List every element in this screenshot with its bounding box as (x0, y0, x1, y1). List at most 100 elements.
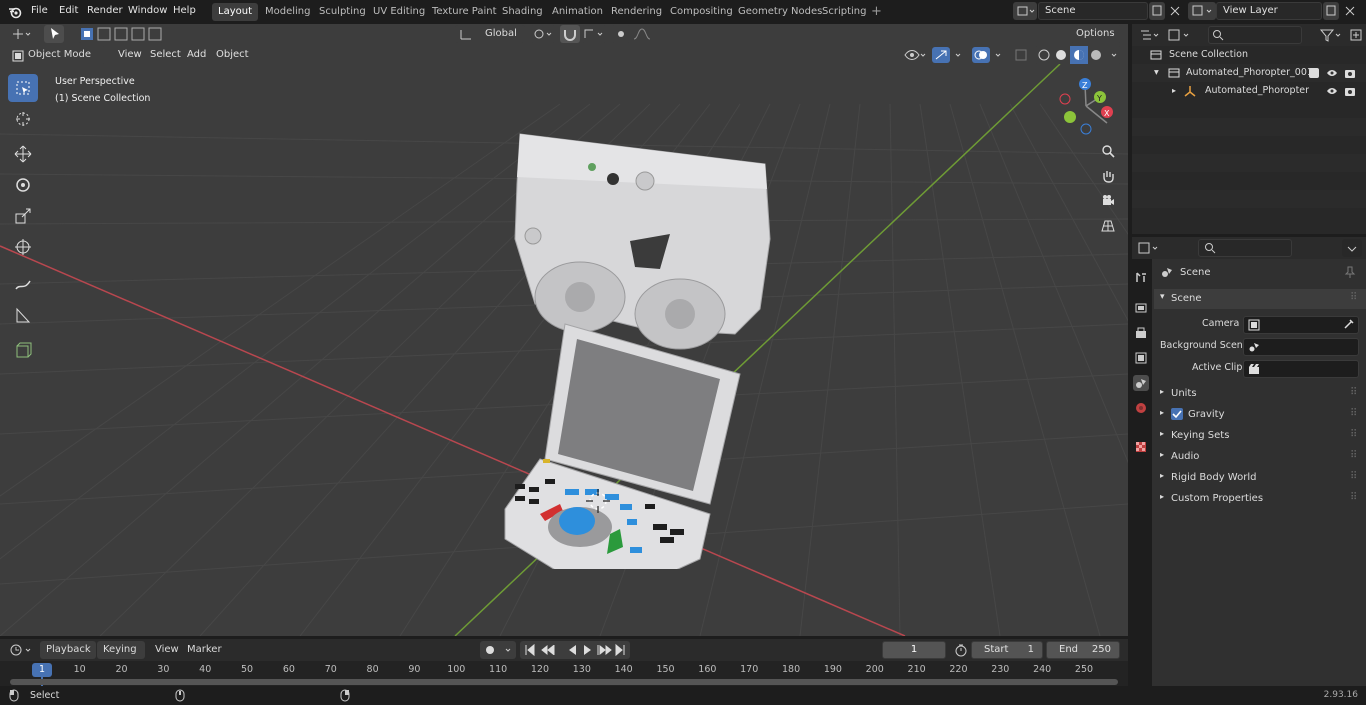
menu-help[interactable]: Help (173, 5, 196, 16)
keying-sets-panel[interactable]: ▸ Keying Sets ⠿ (1154, 426, 1366, 446)
add-menu[interactable]: Add (187, 49, 206, 60)
tab-uv-editing[interactable]: UV Editing (367, 3, 431, 21)
blender-logo-icon[interactable] (8, 5, 22, 19)
eye-icon[interactable] (1326, 85, 1338, 104)
filter-icon[interactable] (1318, 26, 1344, 44)
transform-tool-icon[interactable] (8, 233, 38, 261)
tab-geometry-nodes[interactable]: Geometry Nodes (732, 3, 828, 21)
options-dropdown[interactable]: Options (1070, 25, 1122, 43)
navigation-gizmo[interactable]: X Y Z (1056, 76, 1126, 146)
camera-view-icon[interactable] (1097, 190, 1119, 212)
tab-texture-paint[interactable]: Texture Paint (426, 3, 503, 21)
measure-tool-icon[interactable] (8, 301, 38, 329)
new-collection-icon[interactable] (1348, 26, 1364, 44)
outliner-row-object[interactable]: ▸ Automated_Phoropter (1132, 82, 1366, 100)
tab-layout[interactable]: Layout (212, 3, 258, 21)
snap-target-icon[interactable] (581, 25, 607, 43)
tab-rendering[interactable]: Rendering (605, 3, 668, 21)
add-cube-tool-icon[interactable] (8, 336, 38, 364)
phoropter-model[interactable] (495, 129, 795, 569)
select-menu[interactable]: Select (150, 49, 181, 60)
world-tab-icon[interactable] (1133, 400, 1149, 416)
visibility-selectability-icon[interactable] (903, 47, 927, 63)
new-view-layer-icon[interactable] (1323, 2, 1339, 20)
scale-tool-icon[interactable] (8, 202, 38, 230)
display-mode-icon[interactable] (1166, 26, 1194, 44)
background-scene-field[interactable] (1243, 338, 1359, 356)
outliner-row-scene-collection[interactable]: Scene Collection (1132, 46, 1366, 64)
custom-properties-panel[interactable]: ▸ Custom Properties ⠿ (1154, 489, 1366, 509)
rotate-tool-icon[interactable] (8, 171, 38, 199)
annotate-tool-icon[interactable] (8, 270, 38, 298)
xray-toggle-icon[interactable] (1013, 47, 1031, 63)
scene-browse-icon[interactable] (1013, 2, 1037, 20)
end-frame-field[interactable]: End 250 (1046, 641, 1120, 659)
tab-sculpting[interactable]: Sculpting (313, 3, 372, 21)
rigid-body-world-panel[interactable]: ▸ Rigid Body World ⠿ (1154, 468, 1366, 488)
menu-edit[interactable]: Edit (59, 5, 78, 16)
expand-arrow-icon[interactable]: ▸ (1172, 82, 1176, 100)
view-layer-field[interactable]: View Layer (1216, 2, 1322, 20)
editor-type-icon[interactable] (10, 25, 34, 43)
drag-handle-icon[interactable]: ⠿ (1350, 387, 1357, 398)
snap-icon[interactable] (560, 25, 580, 43)
timeline-editor-type-icon[interactable] (8, 641, 36, 659)
tab-shading[interactable]: Shading (496, 3, 549, 21)
menu-render[interactable]: Render (87, 5, 123, 16)
menu-window[interactable]: Window (128, 5, 167, 16)
texture-tab-icon[interactable] (1133, 439, 1149, 455)
shading-mode-icons[interactable] (1034, 46, 1122, 64)
tool-tab-icon[interactable] (1133, 269, 1149, 285)
output-tab-icon[interactable] (1133, 325, 1149, 341)
scene-tab-icon[interactable] (1133, 375, 1149, 391)
outliner-editor-type-icon[interactable] (1138, 26, 1162, 44)
expand-arrow-icon[interactable]: ▾ (1154, 64, 1159, 82)
menu-file[interactable]: File (31, 5, 48, 16)
view-layer-tab-icon[interactable] (1133, 350, 1149, 366)
tab-animation[interactable]: Animation (546, 3, 609, 21)
delete-view-layer-icon[interactable] (1342, 2, 1358, 20)
drag-handle-icon[interactable]: ⠿ (1350, 450, 1357, 461)
new-scene-icon[interactable] (1149, 2, 1165, 20)
object-menu[interactable]: Object (216, 49, 249, 60)
units-panel[interactable]: ▸ Units ⠿ (1154, 384, 1366, 404)
cursor-tool-icon[interactable] (8, 105, 38, 133)
add-workspace-button[interactable]: + (865, 3, 888, 21)
eyedropper-icon[interactable] (1343, 318, 1355, 333)
delete-scene-icon[interactable] (1167, 2, 1183, 20)
drag-handle-icon[interactable]: ⠿ (1350, 292, 1357, 303)
render-camera-icon[interactable] (1344, 85, 1356, 104)
playback-dropdown[interactable]: Playback (40, 641, 96, 659)
render-tab-icon[interactable] (1133, 300, 1149, 316)
audio-panel[interactable]: ▸ Audio ⠿ (1154, 447, 1366, 467)
stopwatch-icon[interactable] (954, 643, 968, 660)
move-tool-icon[interactable] (8, 140, 38, 168)
drag-handle-icon[interactable]: ⠿ (1350, 471, 1357, 482)
scene-name-field[interactable]: Scene (1038, 2, 1148, 20)
zoom-icon[interactable] (1097, 140, 1119, 162)
select-box-tool-icon[interactable] (8, 74, 38, 102)
overlays-toggle-icon[interactable] (972, 47, 1006, 63)
active-clip-field[interactable] (1243, 360, 1359, 378)
drag-handle-icon[interactable]: ⠿ (1350, 429, 1357, 440)
gravity-panel[interactable]: ▸ Gravity ⠿ (1154, 405, 1366, 425)
camera-field[interactable] (1243, 316, 1359, 334)
gravity-checkbox[interactable] (1171, 408, 1183, 420)
pivot-point-icon[interactable] (530, 25, 556, 43)
3d-viewport[interactable]: User Perspective (1) Scene Collection X … (0, 24, 1128, 636)
current-frame-field[interactable]: 1 (882, 641, 946, 659)
properties-editor-type-icon[interactable] (1136, 239, 1162, 257)
playback-controls[interactable] (520, 641, 630, 659)
tool-cursor-icon[interactable] (44, 25, 64, 43)
pin-icon[interactable] (1344, 265, 1356, 282)
keying-dropdown[interactable]: Keying (97, 641, 145, 659)
properties-options-icon[interactable] (1342, 239, 1362, 257)
tab-scripting[interactable]: Scripting (816, 3, 872, 21)
proportional-editing-icon[interactable] (611, 25, 631, 43)
outliner-row-collection[interactable]: ▾ Automated_Phoropter_001 (1132, 64, 1366, 82)
selection-mode-icons[interactable] (78, 25, 164, 43)
drag-handle-icon[interactable]: ⠿ (1350, 408, 1357, 419)
timeline-marker-menu[interactable]: Marker (187, 644, 222, 655)
auto-keying-icon[interactable] (480, 641, 516, 659)
timeline-view-menu[interactable]: View (155, 644, 179, 655)
